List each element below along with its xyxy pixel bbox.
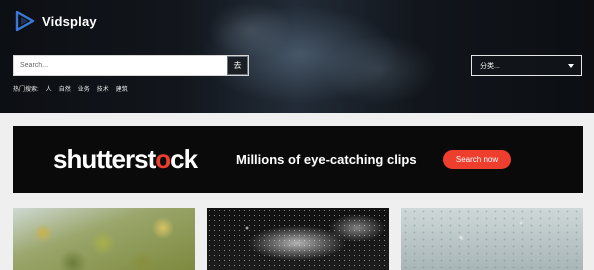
search-input[interactable]: [14, 56, 228, 75]
logo-text: Vidsplay: [42, 13, 97, 29]
category-select-value: 分类...: [480, 62, 500, 70]
video-thumbnail[interactable]: [401, 208, 583, 270]
play-triangle-icon: [15, 10, 35, 32]
ad-brand-logo: shutterstock: [53, 144, 198, 175]
search-box: 去: [13, 55, 249, 76]
ad-brand-suffix: ck: [170, 144, 198, 174]
ad-search-now-button[interactable]: Search now: [443, 150, 511, 169]
ad-brand-prefix: shutterst: [53, 144, 156, 174]
hot-searches-label: 热门搜索:: [13, 87, 39, 93]
hot-search-link[interactable]: 人: [46, 84, 52, 93]
video-thumbnail[interactable]: [13, 208, 195, 270]
ad-banner[interactable]: shutterstock Millions of eye-catching cl…: [13, 126, 583, 193]
hot-searches: 热门搜索: 人 自然 业务 技术 建筑: [13, 84, 128, 93]
search-button[interactable]: 去: [227, 56, 248, 75]
hot-search-link[interactable]: 自然: [59, 84, 71, 93]
ad-tagline: Millions of eye-catching clips: [236, 152, 417, 167]
hot-search-link[interactable]: 建筑: [116, 84, 128, 93]
ad-brand-o: o: [155, 144, 171, 174]
video-thumbnail[interactable]: [207, 208, 389, 270]
chevron-down-icon: [568, 64, 574, 68]
site-logo[interactable]: Vidsplay: [14, 10, 97, 32]
hot-search-link[interactable]: 业务: [78, 84, 90, 93]
hot-search-link[interactable]: 技术: [97, 84, 109, 93]
category-select[interactable]: 分类...: [471, 55, 582, 76]
